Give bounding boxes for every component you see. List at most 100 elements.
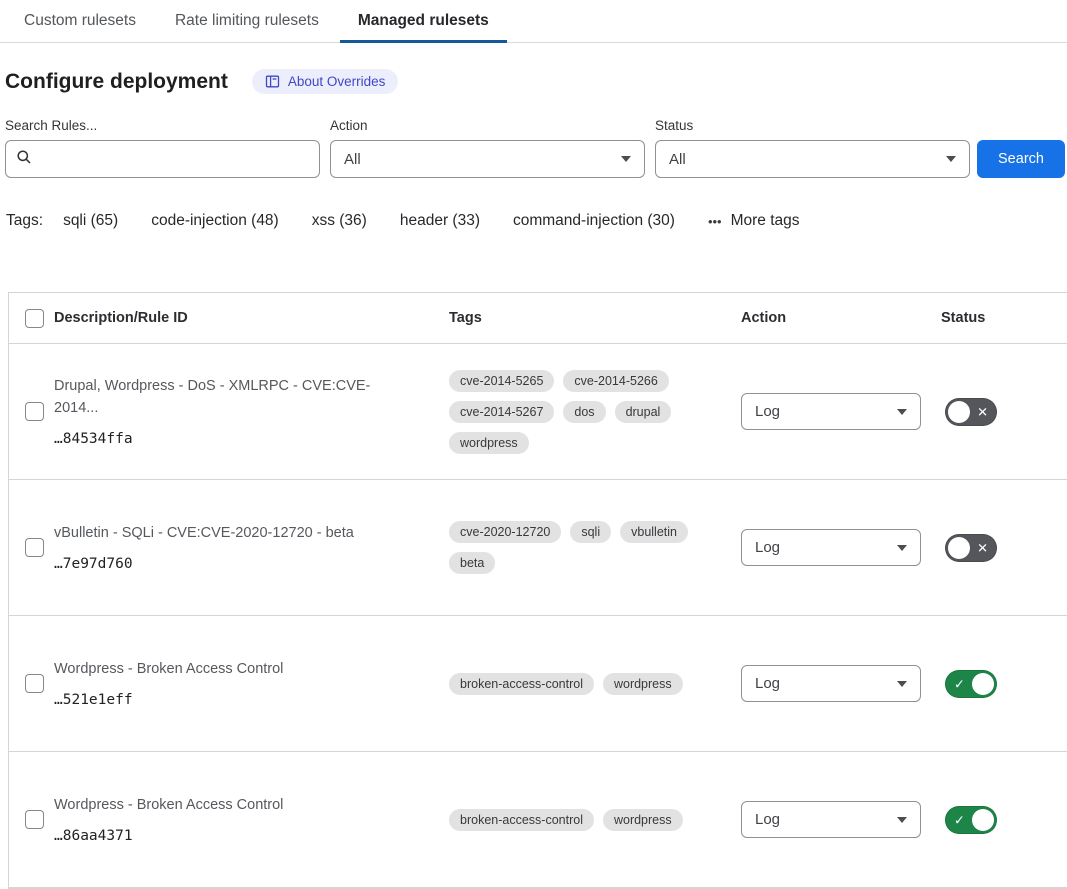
rule-description: Wordpress - Broken Access Control bbox=[54, 795, 441, 816]
book-icon bbox=[265, 74, 280, 89]
tags-bar-label: Tags: bbox=[6, 212, 43, 230]
tag-link[interactable]: xss (36) bbox=[312, 212, 367, 229]
tag-pill: wordpress bbox=[449, 432, 529, 454]
page-title: Configure deployment bbox=[5, 70, 228, 94]
search-input-box bbox=[5, 140, 320, 178]
table-row: Drupal, Wordpress - DoS - XMLRPC - CVE:C… bbox=[9, 344, 1067, 480]
action-filter-field: Action All bbox=[330, 118, 645, 178]
row-checkbox[interactable] bbox=[25, 674, 44, 693]
action-select[interactable]: Log bbox=[741, 801, 921, 838]
toggle-knob bbox=[948, 537, 970, 559]
action-select-value: Log bbox=[755, 539, 780, 556]
chevron-down-icon bbox=[897, 545, 907, 551]
rule-id: …521e1eff bbox=[54, 692, 441, 708]
action-select-value: Log bbox=[755, 403, 780, 420]
select-all-checkbox[interactable] bbox=[25, 309, 44, 328]
status-toggle[interactable]: ✓ bbox=[945, 806, 997, 834]
tag-pill: cve-2014-5266 bbox=[563, 370, 668, 392]
action-filter-label: Action bbox=[330, 118, 645, 133]
row-checkbox[interactable] bbox=[25, 538, 44, 557]
header-checkbox-cell bbox=[9, 309, 46, 328]
rule-tags: cve-2014-5265cve-2014-5266cve-2014-5267d… bbox=[441, 370, 733, 454]
tag-pill: wordpress bbox=[603, 809, 683, 831]
table-header: Description/Rule ID Tags Action Status bbox=[9, 293, 1067, 344]
column-tags: Tags bbox=[441, 310, 733, 326]
toggle-knob bbox=[972, 673, 994, 695]
tag-link[interactable]: command-injection (30) bbox=[513, 212, 675, 229]
status-toggle[interactable]: ✓ bbox=[945, 670, 997, 698]
tag-links: sqli (65) code-injection (48) xss (36) head… bbox=[63, 212, 708, 230]
action-filter-value: All bbox=[344, 151, 361, 168]
tab-custom-rulesets[interactable]: Custom rulesets bbox=[6, 0, 154, 42]
tag-pill: broken-access-control bbox=[449, 809, 594, 831]
search-field: Search Rules... bbox=[5, 118, 320, 178]
tag-pill: broken-access-control bbox=[449, 673, 594, 695]
toggle-knob bbox=[972, 809, 994, 831]
tab-managed-rulesets[interactable]: Managed rulesets bbox=[340, 0, 507, 42]
tag-link[interactable]: code-injection (48) bbox=[151, 212, 279, 229]
action-select[interactable]: Log bbox=[741, 529, 921, 566]
action-select-value: Log bbox=[755, 675, 780, 692]
chevron-down-icon bbox=[897, 681, 907, 687]
status-toggle[interactable]: ✕ bbox=[945, 534, 997, 562]
tag-link[interactable]: sqli (65) bbox=[63, 212, 118, 229]
rule-tags: broken-access-control wordpress bbox=[441, 673, 733, 695]
filter-bar: Search Rules... Action All Status All Se… bbox=[5, 118, 1067, 178]
toggle-state-icon: ✕ bbox=[977, 541, 988, 554]
tag-pill: dos bbox=[563, 401, 605, 423]
row-checkbox[interactable] bbox=[25, 402, 44, 421]
rule-id: …7e97d760 bbox=[54, 556, 441, 572]
status-filter-label: Status bbox=[655, 118, 970, 133]
status-toggle[interactable]: ✕ bbox=[945, 398, 997, 426]
more-tags-link[interactable]: ••• More tags bbox=[708, 212, 800, 230]
rule-description: vBulletin - SQLi - CVE:CVE-2020-12720 - … bbox=[54, 523, 441, 544]
about-overrides-link[interactable]: About Overrides bbox=[252, 69, 399, 94]
row-checkbox[interactable] bbox=[25, 810, 44, 829]
toggle-state-icon: ✓ bbox=[954, 677, 965, 690]
status-filter-select[interactable]: All bbox=[655, 140, 970, 178]
chevron-down-icon bbox=[621, 156, 631, 162]
rule-tags: broken-access-control wordpress bbox=[441, 809, 733, 831]
tag-pill: sqli bbox=[570, 521, 611, 543]
status-filter-field: Status All bbox=[655, 118, 970, 178]
action-filter-select[interactable]: All bbox=[330, 140, 645, 178]
search-label: Search Rules... bbox=[5, 118, 320, 133]
table-row: vBulletin - SQLi - CVE:CVE-2020-12720 - … bbox=[9, 480, 1067, 616]
tag-pill: wordpress bbox=[603, 673, 683, 695]
search-button[interactable]: Search bbox=[977, 140, 1065, 178]
ellipsis-icon: ••• bbox=[708, 215, 722, 228]
table-body: Drupal, Wordpress - DoS - XMLRPC - CVE:C… bbox=[9, 344, 1067, 888]
chevron-down-icon bbox=[897, 817, 907, 823]
toggle-state-icon: ✕ bbox=[977, 405, 988, 418]
action-select-value: Log bbox=[755, 811, 780, 828]
action-select[interactable]: Log bbox=[741, 665, 921, 702]
chevron-down-icon bbox=[897, 409, 907, 415]
heading-row: Configure deployment About Overrides bbox=[5, 69, 1067, 94]
column-description: Description/Rule ID bbox=[46, 310, 441, 326]
rule-description: Wordpress - Broken Access Control bbox=[54, 659, 441, 680]
rules-table: Description/Rule ID Tags Action Status D… bbox=[8, 292, 1067, 889]
about-overrides-label: About Overrides bbox=[288, 74, 386, 89]
table-row: Wordpress - Broken Access Control …521e1… bbox=[9, 616, 1067, 752]
rule-id: …84534ffa bbox=[54, 431, 441, 447]
rule-description: Drupal, Wordpress - DoS - XMLRPC - CVE:C… bbox=[54, 376, 441, 418]
search-icon bbox=[16, 149, 32, 170]
column-status: Status bbox=[933, 310, 1067, 326]
table-row: Wordpress - Broken Access Control …86aa4… bbox=[9, 752, 1067, 888]
tag-pill: vbulletin bbox=[620, 521, 688, 543]
tag-pill: cve-2014-5267 bbox=[449, 401, 554, 423]
column-action: Action bbox=[733, 310, 933, 326]
rule-id: …86aa4371 bbox=[54, 828, 441, 844]
toggle-state-icon: ✓ bbox=[954, 813, 965, 826]
tab-bar: Custom rulesetsRate limiting rulesetsMan… bbox=[0, 0, 1067, 43]
action-select[interactable]: Log bbox=[741, 393, 921, 430]
tab-rate-limiting-rulesets[interactable]: Rate limiting rulesets bbox=[157, 0, 337, 42]
status-filter-value: All bbox=[669, 151, 686, 168]
search-input[interactable] bbox=[39, 150, 309, 169]
toggle-knob bbox=[948, 401, 970, 423]
more-tags-label: More tags bbox=[731, 212, 800, 230]
rule-tags: cve-2020-12720 sqli vbulletin beta bbox=[441, 521, 733, 574]
tag-link[interactable]: header (33) bbox=[400, 212, 480, 229]
tag-pill: cve-2020-12720 bbox=[449, 521, 561, 543]
tag-pill: beta bbox=[449, 552, 495, 574]
